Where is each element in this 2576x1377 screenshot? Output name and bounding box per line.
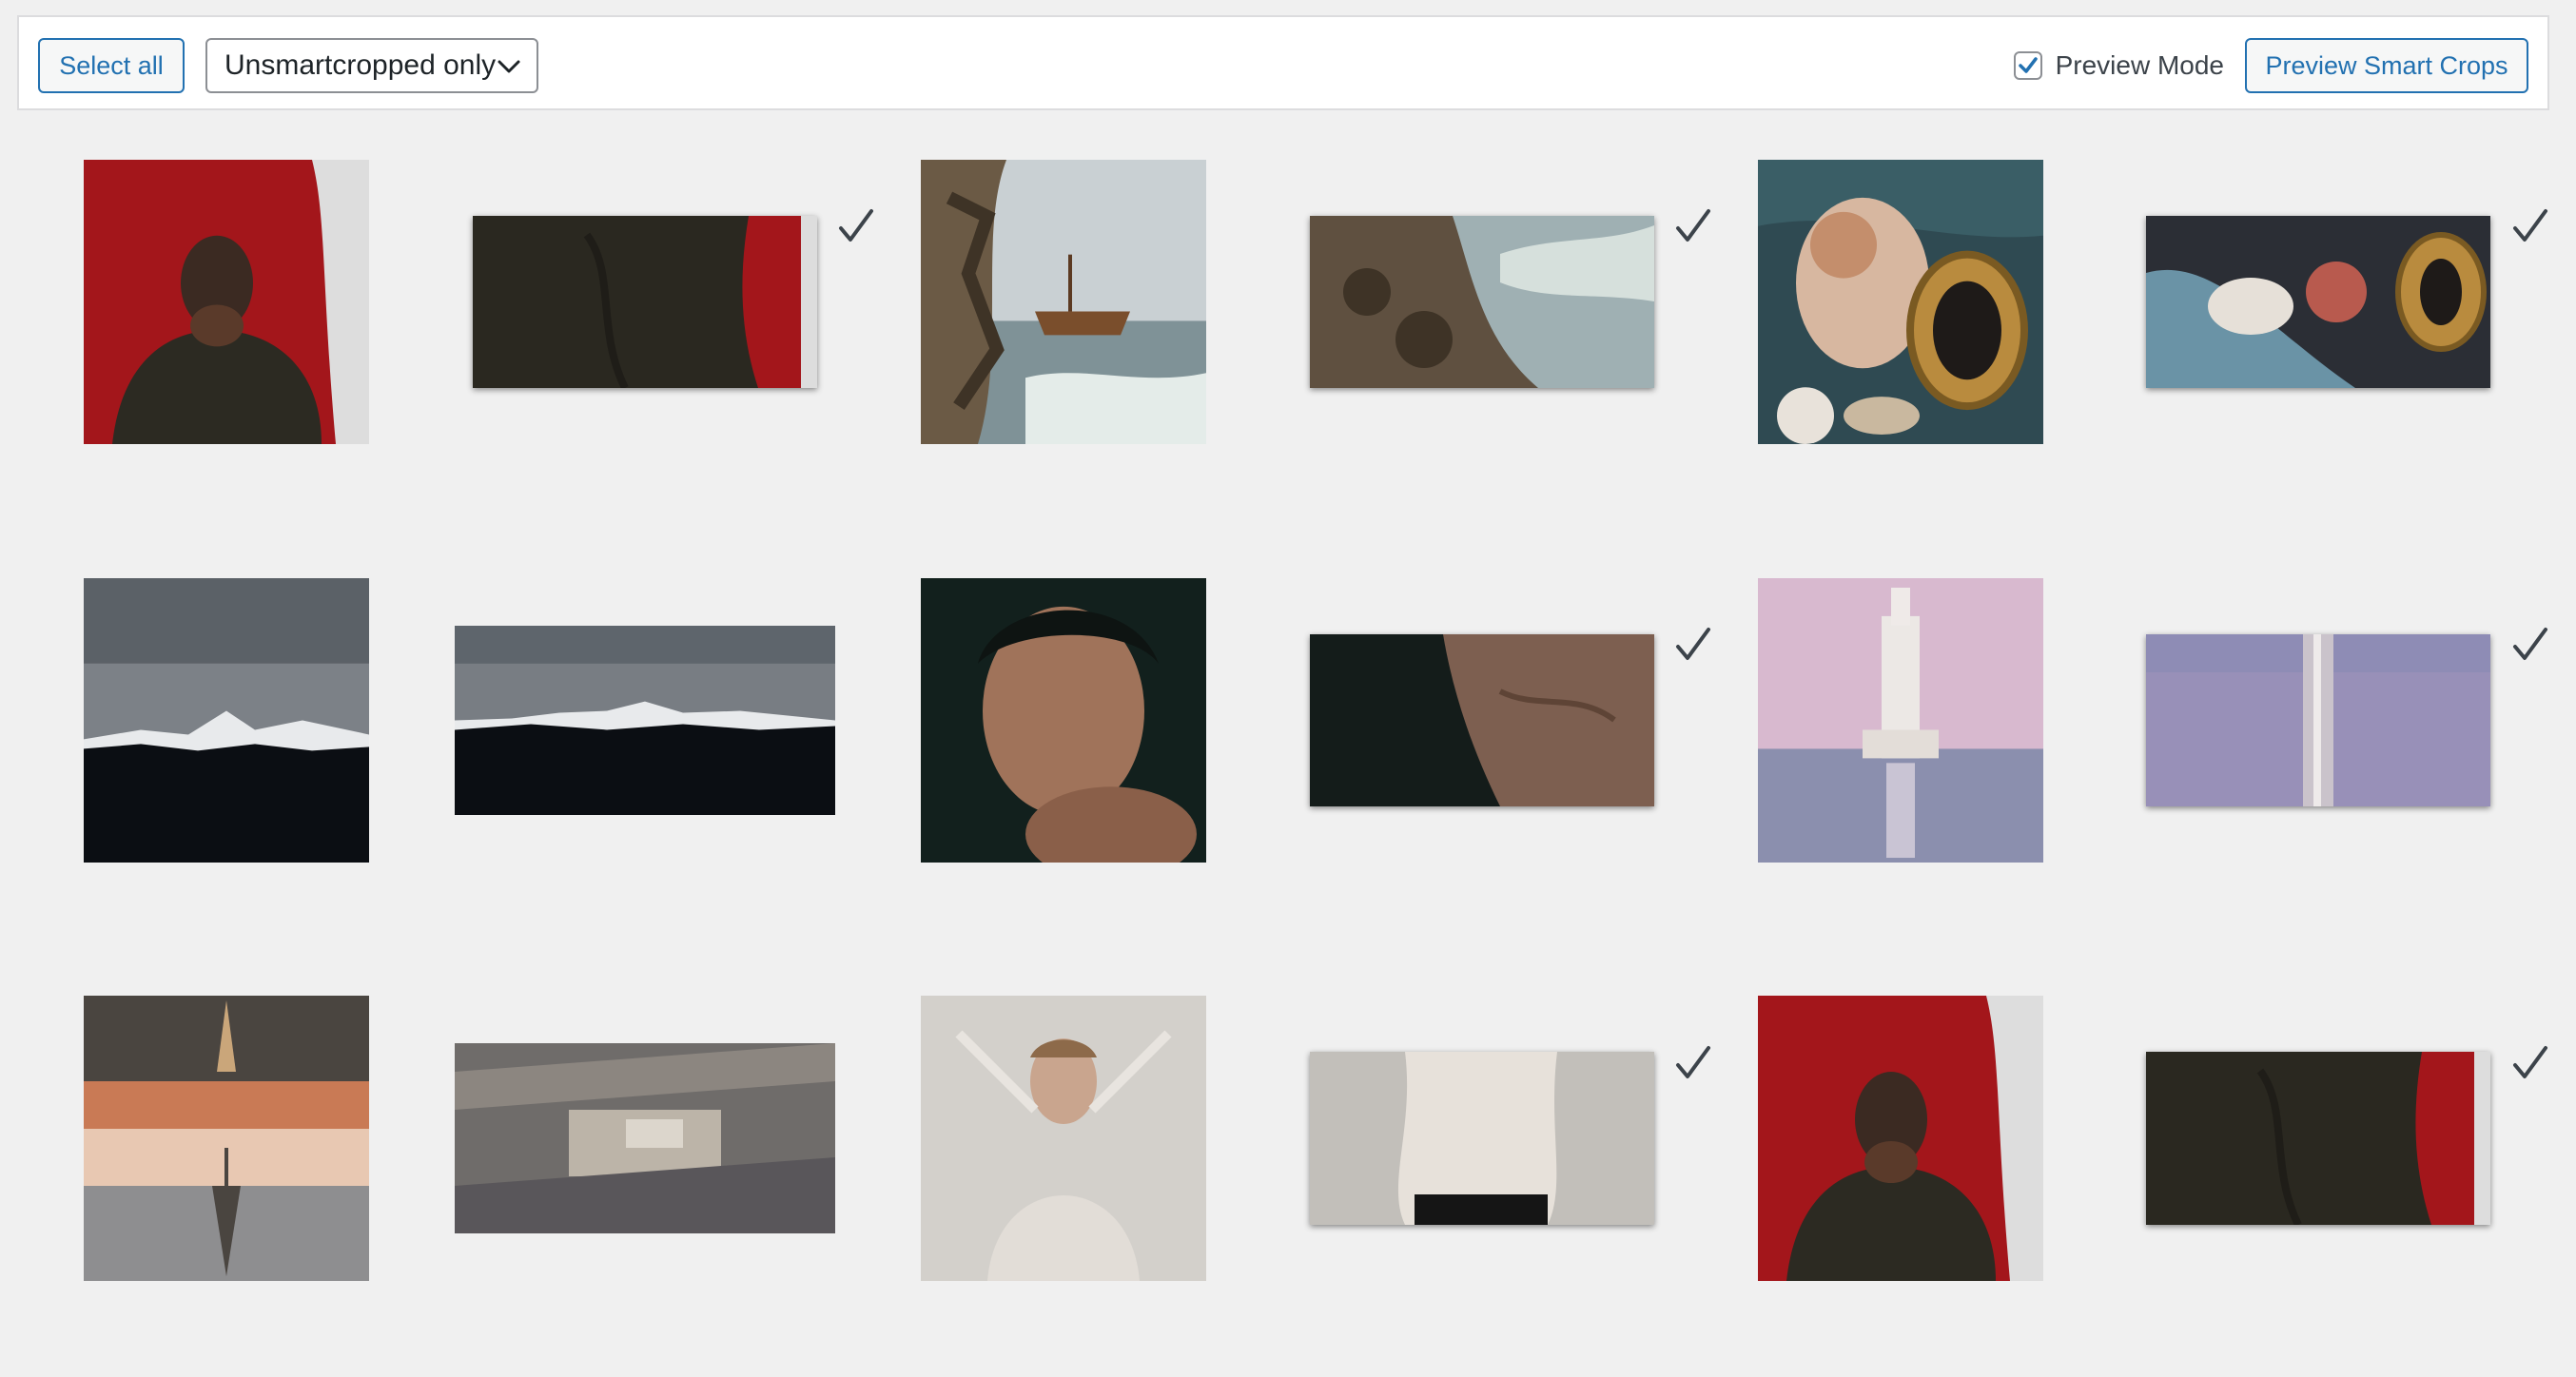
smart-crop-preview[interactable] bbox=[455, 626, 835, 815]
smart-crop-preview[interactable] bbox=[2146, 634, 2490, 806]
preview-smart-crops-button[interactable]: Preview Smart Crops bbox=[2245, 38, 2528, 93]
checkmark-icon bbox=[2513, 209, 2547, 242]
preview-mode-checkbox[interactable] bbox=[2013, 51, 2042, 80]
image-thumbnail[interactable] bbox=[84, 996, 369, 1281]
filter-dropdown[interactable]: Unsmartcropped only bbox=[205, 38, 538, 93]
image-thumbnail[interactable] bbox=[1758, 160, 2043, 444]
smart-crop-preview[interactable] bbox=[1310, 1052, 1654, 1225]
smart-crop-preview[interactable] bbox=[455, 1043, 835, 1233]
smart-crop-preview[interactable] bbox=[2146, 216, 2490, 388]
image-thumbnail[interactable] bbox=[1758, 578, 2043, 863]
checkmark-icon bbox=[1676, 209, 1710, 242]
bulk-actions-toolbar: Select all Unsmartcropped only Preview M… bbox=[17, 15, 2549, 110]
smart-crop-preview[interactable] bbox=[1310, 216, 1654, 388]
image-thumbnail[interactable] bbox=[921, 160, 1206, 444]
image-thumbnail[interactable] bbox=[921, 578, 1206, 863]
preview-mode-label: Preview Mode bbox=[2055, 50, 2224, 80]
checkmark-icon bbox=[2513, 628, 2547, 660]
image-thumbnail[interactable] bbox=[921, 996, 1206, 1281]
image-thumbnail[interactable] bbox=[84, 160, 369, 444]
smart-crop-preview[interactable] bbox=[1310, 634, 1654, 806]
checkmark-icon bbox=[1676, 628, 1710, 660]
checkmark-icon bbox=[839, 209, 873, 242]
preview-mode-toggle[interactable]: Preview Mode bbox=[2013, 38, 2224, 93]
smart-crop-preview[interactable] bbox=[473, 216, 817, 388]
checkmark-icon bbox=[2018, 57, 2038, 73]
chevron-down-icon bbox=[498, 60, 520, 73]
image-thumbnail[interactable] bbox=[84, 578, 369, 863]
smart-crop-preview[interactable] bbox=[2146, 1052, 2490, 1225]
select-all-button[interactable]: Select all bbox=[38, 38, 185, 93]
checkmark-icon bbox=[2513, 1046, 2547, 1078]
image-thumbnail[interactable] bbox=[1758, 996, 2043, 1281]
checkmark-icon bbox=[1676, 1046, 1710, 1078]
filter-dropdown-value: Unsmartcropped only bbox=[224, 49, 497, 81]
